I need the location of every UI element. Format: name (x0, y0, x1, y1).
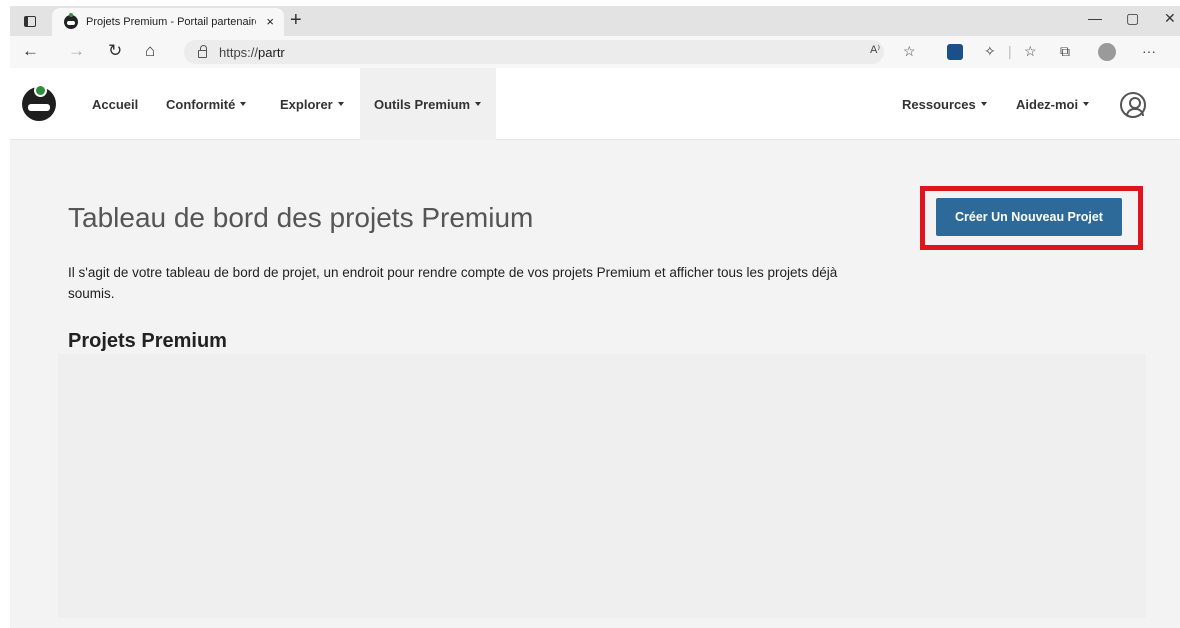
chevron-down-icon (337, 102, 344, 106)
tab-strip: Projets Premium - Portail partenaire × +… (10, 6, 1180, 36)
restore-icon[interactable]: ▢ (1126, 10, 1139, 27)
collections-icon[interactable]: ⧉ (1060, 43, 1070, 60)
profile-icon[interactable] (1098, 43, 1116, 61)
favorite-add-icon[interactable]: ☆ (903, 43, 916, 60)
nav-item-label: Explorer (280, 96, 333, 112)
site-logo-icon[interactable] (22, 84, 56, 121)
toolbar-divider: | (1008, 43, 1012, 59)
puzzle-icon[interactable]: ✧ (984, 43, 996, 60)
home-icon[interactable]: ⌂ (145, 41, 155, 61)
browser-window: Projets Premium - Portail partenaire × +… (10, 6, 1180, 628)
site-favicon-icon (64, 13, 78, 29)
favorites-icon[interactable]: ☆ (1024, 43, 1037, 60)
nav-item-conformite[interactable]: Conformité (152, 68, 260, 140)
chevron-down-icon (1083, 102, 1090, 106)
tab-actions-button[interactable] (18, 11, 42, 31)
extension-icon[interactable] (947, 44, 963, 60)
url-host: partr (258, 44, 285, 60)
back-icon[interactable]: ← (22, 41, 39, 61)
main-content: Tableau de bord des projets Premium Il s… (10, 140, 1180, 628)
page-intro: Il s'agit de votre tableau de bord de pr… (68, 265, 838, 301)
refresh-icon[interactable]: ↻ (108, 41, 122, 61)
page-title: Tableau de bord des projets Premium (68, 202, 534, 233)
nav-item-aidez-moi[interactable]: Aidez-moi (1002, 68, 1103, 140)
nav-item-label: Ressources (902, 96, 976, 112)
nav-item-label: Conformité (166, 96, 236, 112)
chevron-down-icon (980, 102, 987, 106)
nav-item-label: Aidez-moi (1016, 96, 1079, 112)
nav-item-label: Accueil (92, 96, 139, 112)
nav-item-accueil[interactable]: Accueil (78, 68, 152, 140)
minimize-icon[interactable]: — (1088, 10, 1102, 26)
nav-item-outils-premium[interactable]: Outils Premium (360, 68, 496, 140)
tab-title: Projets Premium - Portail partenaire (86, 16, 256, 28)
address-bar-row: ← → ↻ ⌂ https://partr A⁾ ☆ ✧ | ☆ ⧉ ··· (10, 36, 1180, 68)
more-icon[interactable]: ··· (1142, 43, 1156, 59)
url-field[interactable]: https://partr (184, 40, 884, 64)
chevron-down-icon (240, 102, 247, 106)
lock-icon (198, 44, 207, 58)
site-navbar: Accueil Conformité Explorer Outils Premi… (10, 68, 1180, 140)
forward-icon[interactable]: → (68, 41, 85, 61)
new-tab-icon[interactable]: + (290, 9, 302, 32)
create-new-project-button[interactable]: Créer Un Nouveau Projet (936, 198, 1122, 236)
url-prefix: https:// (219, 44, 259, 60)
read-aloud-icon[interactable]: A⁾ (870, 43, 880, 56)
tab-actions-icon (24, 15, 36, 27)
tab-close-icon[interactable]: × (266, 14, 274, 29)
nav-item-label: Outils Premium (374, 96, 471, 112)
projects-list-area (58, 354, 1146, 618)
section-title: Projets Premium (68, 330, 227, 352)
chevron-down-icon (475, 102, 482, 106)
user-account-icon[interactable] (1120, 92, 1146, 118)
close-window-icon[interactable]: ✕ (1164, 10, 1176, 27)
nav-item-explorer[interactable]: Explorer (266, 68, 358, 140)
nav-item-ressources[interactable]: Ressources (888, 68, 1001, 140)
browser-tab[interactable]: Projets Premium - Portail partenaire × (52, 8, 284, 36)
